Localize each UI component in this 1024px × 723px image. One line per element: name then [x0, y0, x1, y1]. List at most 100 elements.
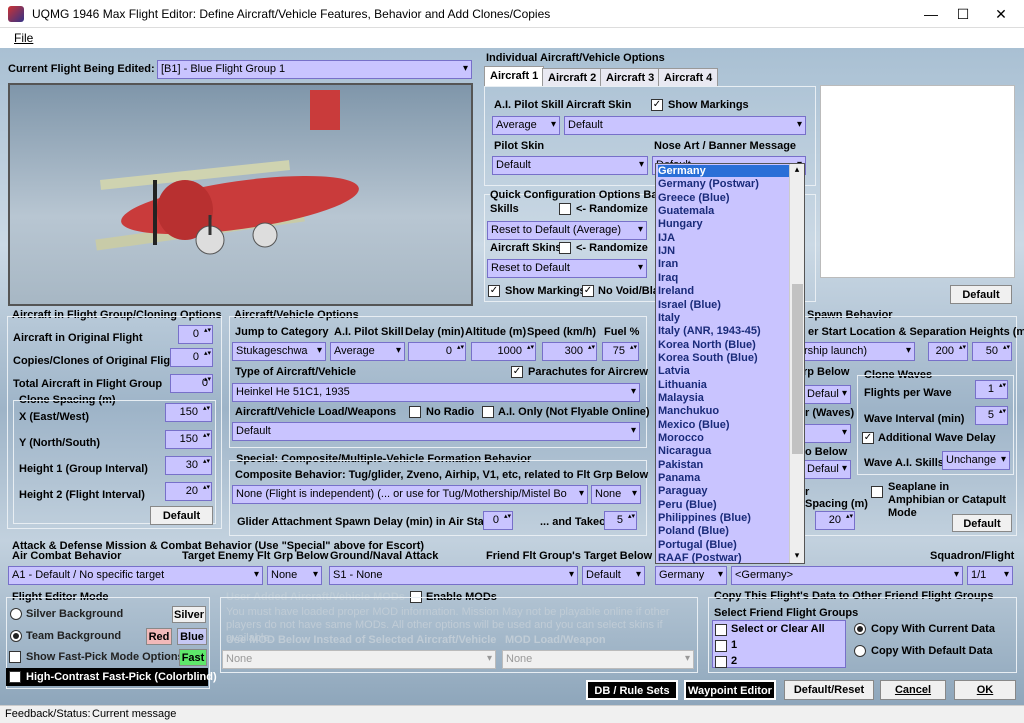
dropdown-item[interactable]: Greece (Blue): [658, 192, 730, 204]
tab-aircraft-2[interactable]: Aircraft 2: [542, 68, 603, 87]
country-detail-select[interactable]: <Germany>: [731, 566, 963, 585]
y-spacing-stepper[interactable]: 150: [165, 430, 212, 449]
group-1-checkbox[interactable]: [715, 640, 727, 652]
fast-button[interactable]: Fast: [179, 649, 207, 666]
height1-stepper[interactable]: 30: [165, 456, 212, 475]
flights-per-wave-stepper[interactable]: 1: [975, 380, 1008, 399]
quick-skills-select[interactable]: Reset to Default (Average): [487, 221, 647, 240]
scroll-up-icon[interactable]: ▴: [791, 164, 803, 176]
pilot-skin-select[interactable]: Default: [492, 156, 648, 175]
friend-target-select[interactable]: Default: [582, 566, 645, 585]
current-flight-select[interactable]: [B1] - Blue Flight Group 1: [157, 60, 472, 79]
dropdown-item[interactable]: Italy (ANR, 1943-45): [658, 325, 761, 337]
dropdown-item[interactable]: Pakistan: [658, 459, 703, 471]
squadron-select[interactable]: 1/1: [967, 566, 1013, 585]
spawn-height2-stepper[interactable]: 50: [972, 342, 1012, 361]
ai-only-checkbox[interactable]: [482, 406, 494, 418]
parachutes-checkbox[interactable]: ✓: [511, 366, 523, 378]
no-void-checkbox[interactable]: ✓: [582, 285, 594, 297]
friend-group-list[interactable]: Select or Clear All 1 2: [712, 620, 846, 668]
dropdown-item[interactable]: Philippines (Blue): [658, 512, 751, 524]
wave-interval-stepper[interactable]: 5: [975, 406, 1008, 425]
spawn-default-select-1[interactable]: Defaul: [803, 385, 851, 404]
dropdown-item[interactable]: Paraguay: [658, 485, 708, 497]
dropdown-item[interactable]: Germany (Postwar): [658, 178, 759, 190]
select-all-checkbox[interactable]: [715, 624, 727, 636]
group-2-checkbox[interactable]: [715, 656, 727, 668]
red-button[interactable]: Red: [146, 628, 172, 645]
dropdown-item[interactable]: Manchukuo: [658, 405, 719, 417]
dropdown-item[interactable]: Peru (Blue): [658, 499, 717, 511]
wave-skill-select[interactable]: Unchange: [942, 451, 1010, 470]
menu-file[interactable]: File: [14, 31, 33, 45]
target-enemy-select[interactable]: None: [267, 566, 322, 585]
dropdown-item[interactable]: Ireland: [658, 285, 694, 297]
cancel-button[interactable]: Cancel: [880, 680, 946, 700]
tab-aircraft-4[interactable]: Aircraft 4: [658, 68, 719, 87]
dropdown-item[interactable]: Nicaragua: [658, 445, 711, 457]
silver-radio[interactable]: [10, 608, 22, 620]
dropdown-item[interactable]: IJN: [658, 245, 675, 257]
start-location-select[interactable]: rship launch): [800, 342, 915, 361]
tab-aircraft-1[interactable]: Aircraft 1: [484, 66, 545, 87]
mods-weapon-select[interactable]: None: [502, 650, 694, 669]
show-markings-checkbox[interactable]: ✓: [651, 99, 663, 111]
vehicle-skill-select[interactable]: Average: [330, 342, 405, 361]
air-combat-select[interactable]: A1 - Default / No specific target: [8, 566, 263, 585]
dropdown-item[interactable]: Korea South (Blue): [658, 352, 758, 364]
ok-button[interactable]: OK: [954, 680, 1016, 700]
aircraft-type-select[interactable]: Heinkel He 51C1, 1935: [232, 383, 640, 402]
dropdown-item[interactable]: Panama: [658, 472, 700, 484]
scroll-thumb[interactable]: [792, 284, 803, 454]
dropdown-item[interactable]: Iran: [658, 258, 678, 270]
delay-stepper[interactable]: 0: [408, 342, 466, 361]
spacing-stepper[interactable]: 20: [815, 511, 855, 530]
dropdown-item[interactable]: Italy: [658, 312, 680, 324]
dropdown-item[interactable]: Israel (Blue): [658, 299, 721, 311]
spawn-default-button[interactable]: Default: [952, 514, 1012, 532]
height2-stepper[interactable]: 20: [165, 482, 212, 501]
quick-show-markings-checkbox[interactable]: ✓: [488, 285, 500, 297]
dropdown-item[interactable]: IJA: [658, 232, 675, 244]
nose-art-dropdown-list[interactable]: Germany Germany (Postwar) Greece (Blue) Gua…: [655, 163, 805, 564]
default-reset-button[interactable]: Default/Reset: [784, 680, 874, 700]
db-rules-button[interactable]: DB / Rule Sets: [586, 680, 678, 700]
dropdown-item[interactable]: Portugal (Blue): [658, 539, 737, 551]
jump-category-select[interactable]: Stukageschwa: [232, 342, 326, 361]
cloning-default-button[interactable]: Default: [150, 506, 213, 525]
spawn-default-select-2[interactable]: Defaul: [803, 460, 851, 479]
individual-default-button[interactable]: Default: [950, 285, 1012, 304]
takeoff-stepper[interactable]: 5: [604, 511, 637, 530]
dropdown-item[interactable]: Mexico (Blue): [658, 419, 730, 431]
composite-target-select[interactable]: None: [591, 485, 641, 504]
dropdown-item[interactable]: Latvia: [658, 365, 690, 377]
dropdown-item[interactable]: Lithuania: [658, 379, 707, 391]
tab-aircraft-3[interactable]: Aircraft 3: [600, 68, 661, 87]
no-radio-checkbox[interactable]: [409, 406, 421, 418]
altitude-stepper[interactable]: 1000: [471, 342, 536, 361]
spawn-height1-stepper[interactable]: 200: [928, 342, 968, 361]
pilot-skill-select[interactable]: Average: [492, 116, 560, 135]
dropdown-item[interactable]: RAAF (Postwar): [658, 552, 742, 564]
x-spacing-stepper[interactable]: 150: [165, 403, 212, 422]
dropdown-item[interactable]: Morocco: [658, 432, 704, 444]
fuel-stepper[interactable]: 75: [602, 342, 639, 361]
dropdown-item[interactable]: Korea North (Blue): [658, 339, 756, 351]
dropdown-item[interactable]: Germany: [658, 165, 790, 177]
aircraft-skin-select[interactable]: Default: [564, 116, 806, 135]
spawn-waves-select[interactable]: [803, 424, 851, 443]
dropdown-item[interactable]: Iraq: [658, 272, 678, 284]
composite-select[interactable]: None (Flight is independent) (... or use…: [232, 485, 588, 504]
skins-randomize-checkbox[interactable]: [559, 242, 571, 254]
fast-pick-checkbox[interactable]: [9, 651, 21, 663]
mods-aircraft-select[interactable]: None: [222, 650, 496, 669]
copies-stepper[interactable]: 0: [170, 348, 213, 367]
team-radio[interactable]: [10, 630, 22, 642]
speed-stepper[interactable]: 300: [542, 342, 597, 361]
blue-button[interactable]: Blue: [177, 628, 207, 645]
high-contrast-checkbox[interactable]: [9, 671, 21, 683]
skills-randomize-checkbox[interactable]: [559, 203, 571, 215]
dropdown-item[interactable]: Guatemala: [658, 205, 714, 217]
copy-current-radio[interactable]: [854, 623, 866, 635]
country-select[interactable]: Germany: [655, 566, 727, 585]
